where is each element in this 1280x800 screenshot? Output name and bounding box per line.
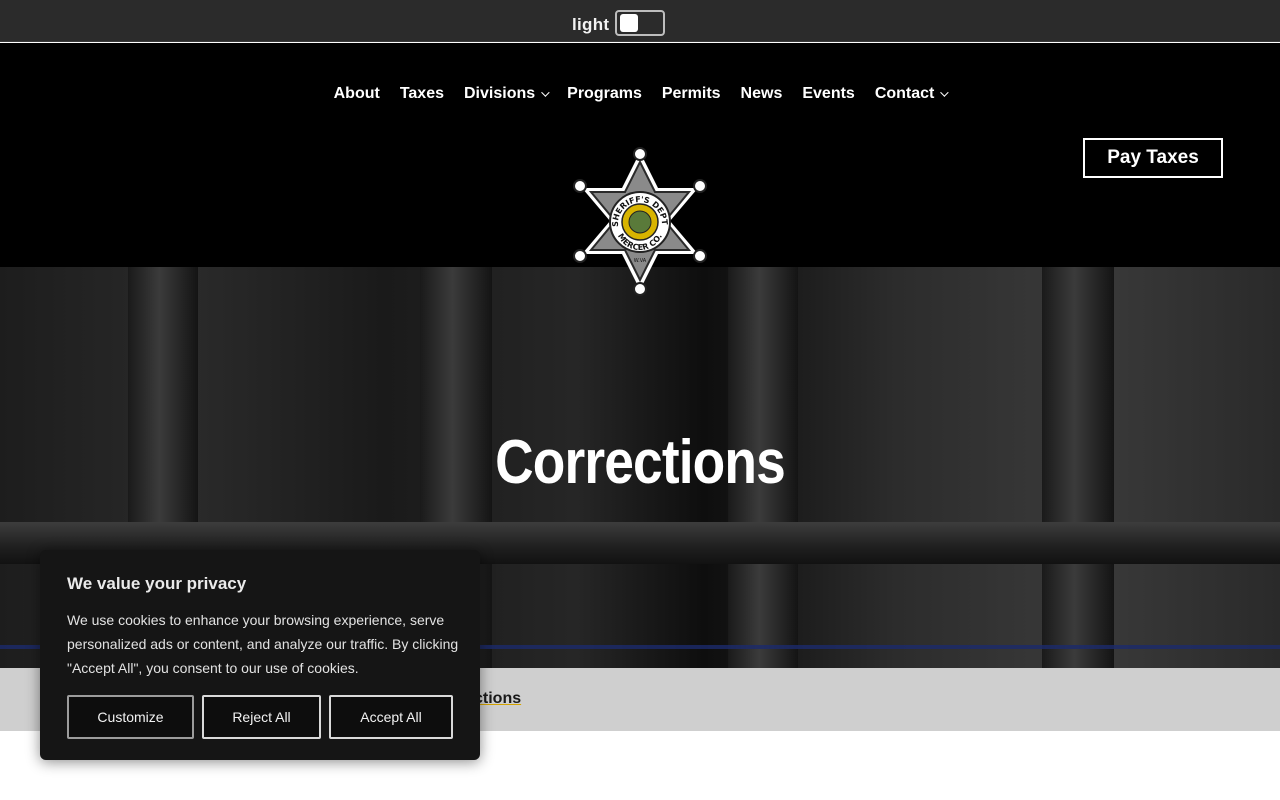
nav-item-programs[interactable]: Programs xyxy=(557,83,652,105)
nav-item-label: News xyxy=(740,85,783,102)
nav-item-label: Programs xyxy=(567,85,642,102)
breadcrumb-current[interactable]: ctions xyxy=(474,690,521,708)
nav-item-label: Divisions xyxy=(464,85,536,102)
cookie-title: We value your privacy xyxy=(67,574,247,593)
nav-item-events[interactable]: Events xyxy=(792,83,864,105)
page-title: Corrections xyxy=(495,428,786,497)
nav-item-label: Contact xyxy=(874,85,935,102)
customize-button[interactable]: Customize xyxy=(67,695,194,739)
chevron-down-icon xyxy=(940,88,950,97)
accept-all-button[interactable]: Accept All xyxy=(329,695,453,739)
nav-item-divisions[interactable]: Divisions xyxy=(454,83,557,105)
nav-item-about[interactable]: About xyxy=(324,83,390,105)
svg-text:W.VA: W.VA xyxy=(634,258,647,264)
nav-item-taxes[interactable]: Taxes xyxy=(390,83,454,105)
nav-item-label: Events xyxy=(802,85,855,102)
sheriff-badge-logo[interactable]: SHERIFF'S DEPT. MERCER CO. W.VA xyxy=(570,146,710,296)
nav-item-news[interactable]: News xyxy=(731,83,793,105)
cookie-body: We use cookies to enhance your browsing … xyxy=(67,612,459,676)
pay-taxes-button[interactable]: Pay Taxes xyxy=(1083,138,1223,178)
theme-toggle-label: light xyxy=(572,15,610,34)
cookie-consent-banner: We value your privacy We use cookies to … xyxy=(40,550,480,760)
nav-item-permits[interactable]: Permits xyxy=(652,83,731,105)
page: light About Taxes Divisions Programs Per… xyxy=(0,0,1280,800)
theme-toggle-switch[interactable] xyxy=(615,10,665,36)
nav-item-contact[interactable]: Contact xyxy=(865,83,957,105)
reject-all-button[interactable]: Reject All xyxy=(202,695,321,739)
nav-item-label: Taxes xyxy=(399,85,444,102)
chevron-down-icon xyxy=(541,88,550,97)
main-nav: About Taxes Divisions Programs Permits N… xyxy=(0,83,1280,105)
nav-item-label: Permits xyxy=(661,85,721,102)
theme-bar: light xyxy=(0,0,1280,42)
theme-toggle-knob xyxy=(620,14,638,32)
site-header: About Taxes Divisions Programs Permits N… xyxy=(0,43,1280,296)
nav-item-label: About xyxy=(333,85,380,102)
